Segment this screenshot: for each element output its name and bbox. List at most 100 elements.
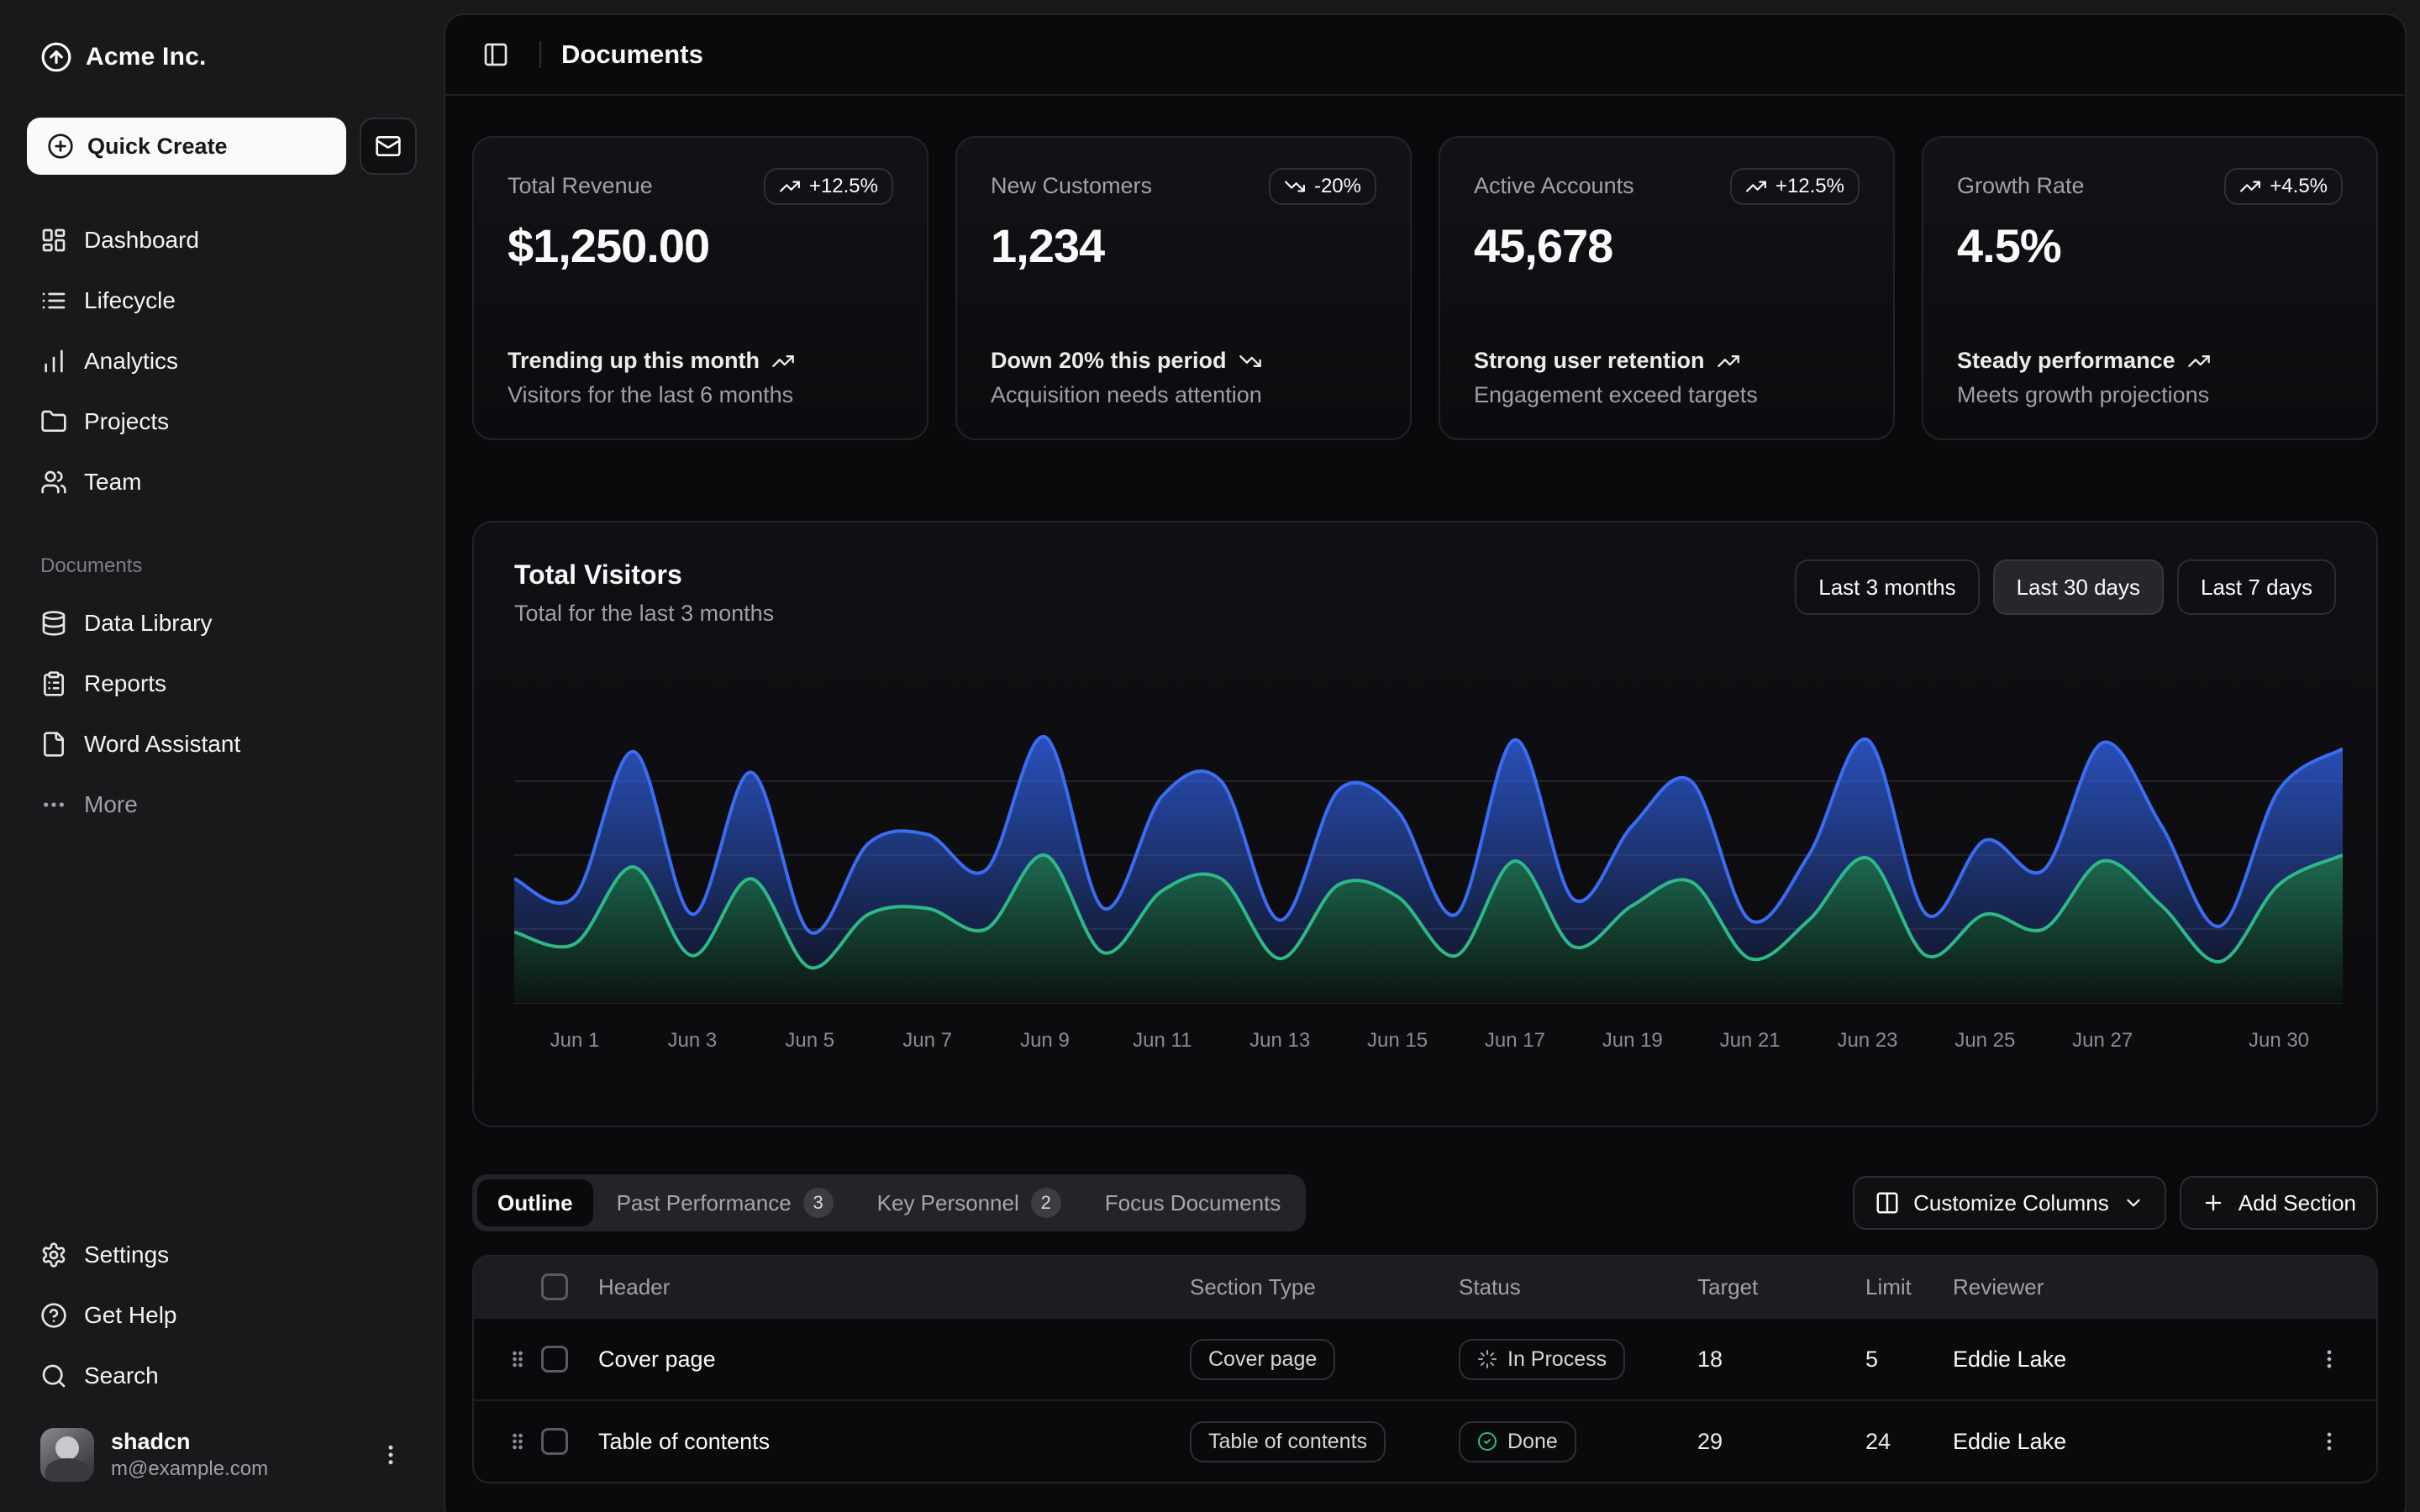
sidebar-section-documents: Documents (27, 554, 417, 578)
stat-value: 4.5% (1957, 218, 2343, 273)
help-icon (40, 1302, 67, 1329)
page-title: Documents (561, 39, 703, 70)
x-axis-tick-label: Jun 5 (785, 1029, 834, 1052)
sidebar-nav-footer: Settings Get Help Search (27, 1226, 417, 1404)
main-content: Total Revenue +12.5% $1,250.00 Trending … (445, 96, 2405, 1483)
list-toolbar: Outline Past Performance3 Key Personnel2… (472, 1174, 2378, 1231)
trend-badge: +12.5% (764, 168, 893, 205)
sidebar-item-data-library[interactable]: Data Library (27, 595, 417, 652)
trending-down-icon (1239, 349, 1262, 373)
column-target: Target (1697, 1274, 1865, 1300)
table-header-row: Header Section Type Status Target Limit … (474, 1257, 2376, 1317)
trend-badge: +12.5% (1730, 168, 1860, 205)
sidebar-toggle-button[interactable] (472, 31, 519, 78)
sidebar-item-get-help[interactable]: Get Help (27, 1287, 417, 1344)
range-last-3-months[interactable]: Last 3 months (1795, 559, 1979, 615)
trending-up-icon (2187, 349, 2211, 373)
ellipsis-vertical-icon[interactable] (378, 1442, 403, 1467)
folder-icon (40, 408, 67, 435)
stat-card-growth-rate: Growth Rate +4.5% 4.5% Steady performanc… (1922, 136, 2378, 440)
sidebar-item-projects[interactable]: Projects (27, 393, 417, 450)
users-icon (40, 469, 67, 496)
inbox-button[interactable] (360, 118, 417, 175)
clipboard-icon (40, 670, 67, 697)
plus-circle-icon (47, 133, 74, 160)
range-last-7-days[interactable]: Last 7 days (2177, 559, 2336, 615)
bar-chart-icon (40, 348, 67, 375)
loader-icon (1477, 1349, 1497, 1369)
tab-focus-documents[interactable]: Focus Documents (1085, 1179, 1302, 1226)
sidebar-item-word-assistant[interactable]: Word Assistant (27, 716, 417, 773)
stat-card-new-customers: New Customers -20% 1,234 Down 20% this p… (955, 136, 1412, 440)
sidebar-item-team[interactable]: Team (27, 454, 417, 511)
status-badge: In Process (1459, 1339, 1625, 1380)
user-menu[interactable]: shadcn m@example.com (27, 1415, 417, 1495)
x-axis-tick-label: Jun 15 (1367, 1029, 1428, 1052)
sidebar-item-label: Reports (84, 670, 166, 697)
section-type-badge: Table of contents (1190, 1421, 1386, 1462)
database-icon (40, 610, 67, 637)
x-axis-tick-label: Jun 13 (1249, 1029, 1310, 1052)
reviewer-value[interactable]: Eddie Lake (1953, 1429, 2282, 1455)
sidebar-item-label: Lifecycle (84, 287, 176, 314)
tab-outline[interactable]: Outline (477, 1179, 593, 1226)
drag-handle-icon[interactable] (494, 1430, 541, 1453)
row-title[interactable]: Table of contents (598, 1429, 1190, 1455)
row-checkbox[interactable] (541, 1346, 568, 1373)
stat-cards: Total Revenue +12.5% $1,250.00 Trending … (472, 136, 2378, 440)
panel-left-icon (482, 41, 509, 68)
sidebar-item-search[interactable]: Search (27, 1347, 417, 1404)
target-value[interactable]: 18 (1697, 1347, 1865, 1373)
stat-label: Active Accounts (1474, 168, 1634, 199)
tab-past-performance[interactable]: Past Performance3 (597, 1179, 854, 1226)
column-section-type: Section Type (1190, 1274, 1459, 1300)
x-axis-tick-label: Jun 11 (1133, 1029, 1192, 1052)
trending-up-icon (1717, 349, 1740, 373)
range-last-30-days[interactable]: Last 30 days (1993, 559, 2164, 615)
limit-value[interactable]: 24 (1865, 1429, 1953, 1455)
row-title[interactable]: Cover page (598, 1347, 1190, 1373)
x-axis-tick-label: Jun 21 (1720, 1029, 1781, 1052)
quick-create-button[interactable]: Quick Create (27, 118, 346, 175)
tabs: Outline Past Performance3 Key Personnel2… (472, 1174, 1306, 1231)
stat-label: New Customers (991, 168, 1152, 199)
x-axis-tick-label: Jun 25 (1954, 1029, 2015, 1052)
gear-icon (40, 1242, 67, 1268)
sidebar-item-label: Get Help (84, 1302, 177, 1329)
sidebar: Acme Inc. Quick Create Dashboard Lifecyc… (0, 0, 444, 1512)
arrow-up-circle-icon (40, 41, 72, 73)
x-axis-tick-label: Jun 17 (1485, 1029, 1545, 1052)
limit-value[interactable]: 5 (1865, 1347, 1953, 1373)
stat-card-active-accounts: Active Accounts +12.5% 45,678 Strong use… (1439, 136, 1895, 440)
sidebar-item-dashboard[interactable]: Dashboard (27, 212, 417, 269)
drag-handle-icon[interactable] (494, 1347, 541, 1371)
dashboard-icon (40, 227, 67, 254)
brand[interactable]: Acme Inc. (27, 34, 417, 81)
x-axis-tick-label: Jun 23 (1837, 1029, 1897, 1052)
reviewer-value[interactable]: Eddie Lake (1953, 1347, 2282, 1373)
row-checkbox[interactable] (541, 1428, 568, 1455)
select-all-checkbox[interactable] (541, 1273, 568, 1300)
sidebar-item-reports[interactable]: Reports (27, 655, 417, 712)
sidebar-item-lifecycle[interactable]: Lifecycle (27, 272, 417, 329)
visitors-area-chart: Jun 1Jun 3Jun 5Jun 7Jun 9Jun 11Jun 13Jun… (514, 664, 2343, 1084)
stat-label: Growth Rate (1957, 168, 2085, 199)
stat-value: $1,250.00 (508, 218, 893, 273)
x-axis-tick-label: Jun 27 (2072, 1029, 2133, 1052)
row-menu-button[interactable] (2282, 1347, 2376, 1371)
sidebar-item-analytics[interactable]: Analytics (27, 333, 417, 390)
quick-create-label: Quick Create (87, 134, 228, 160)
target-value[interactable]: 29 (1697, 1429, 1865, 1455)
user-name: shadcn (111, 1428, 361, 1457)
main-panel: Documents Total Revenue +12.5% $1,250.00… (444, 13, 2407, 1512)
row-menu-button[interactable] (2282, 1430, 2376, 1453)
add-section-button[interactable]: Add Section (2180, 1176, 2378, 1230)
avatar (40, 1428, 94, 1482)
sidebar-item-label: Settings (84, 1242, 169, 1268)
sidebar-item-more[interactable]: More (27, 776, 417, 833)
sidebar-item-settings[interactable]: Settings (27, 1226, 417, 1284)
tab-key-personnel[interactable]: Key Personnel2 (857, 1179, 1081, 1226)
sidebar-item-label: Projects (84, 408, 169, 435)
customize-columns-button[interactable]: Customize Columns (1853, 1176, 2166, 1230)
stat-value: 45,678 (1474, 218, 1860, 273)
